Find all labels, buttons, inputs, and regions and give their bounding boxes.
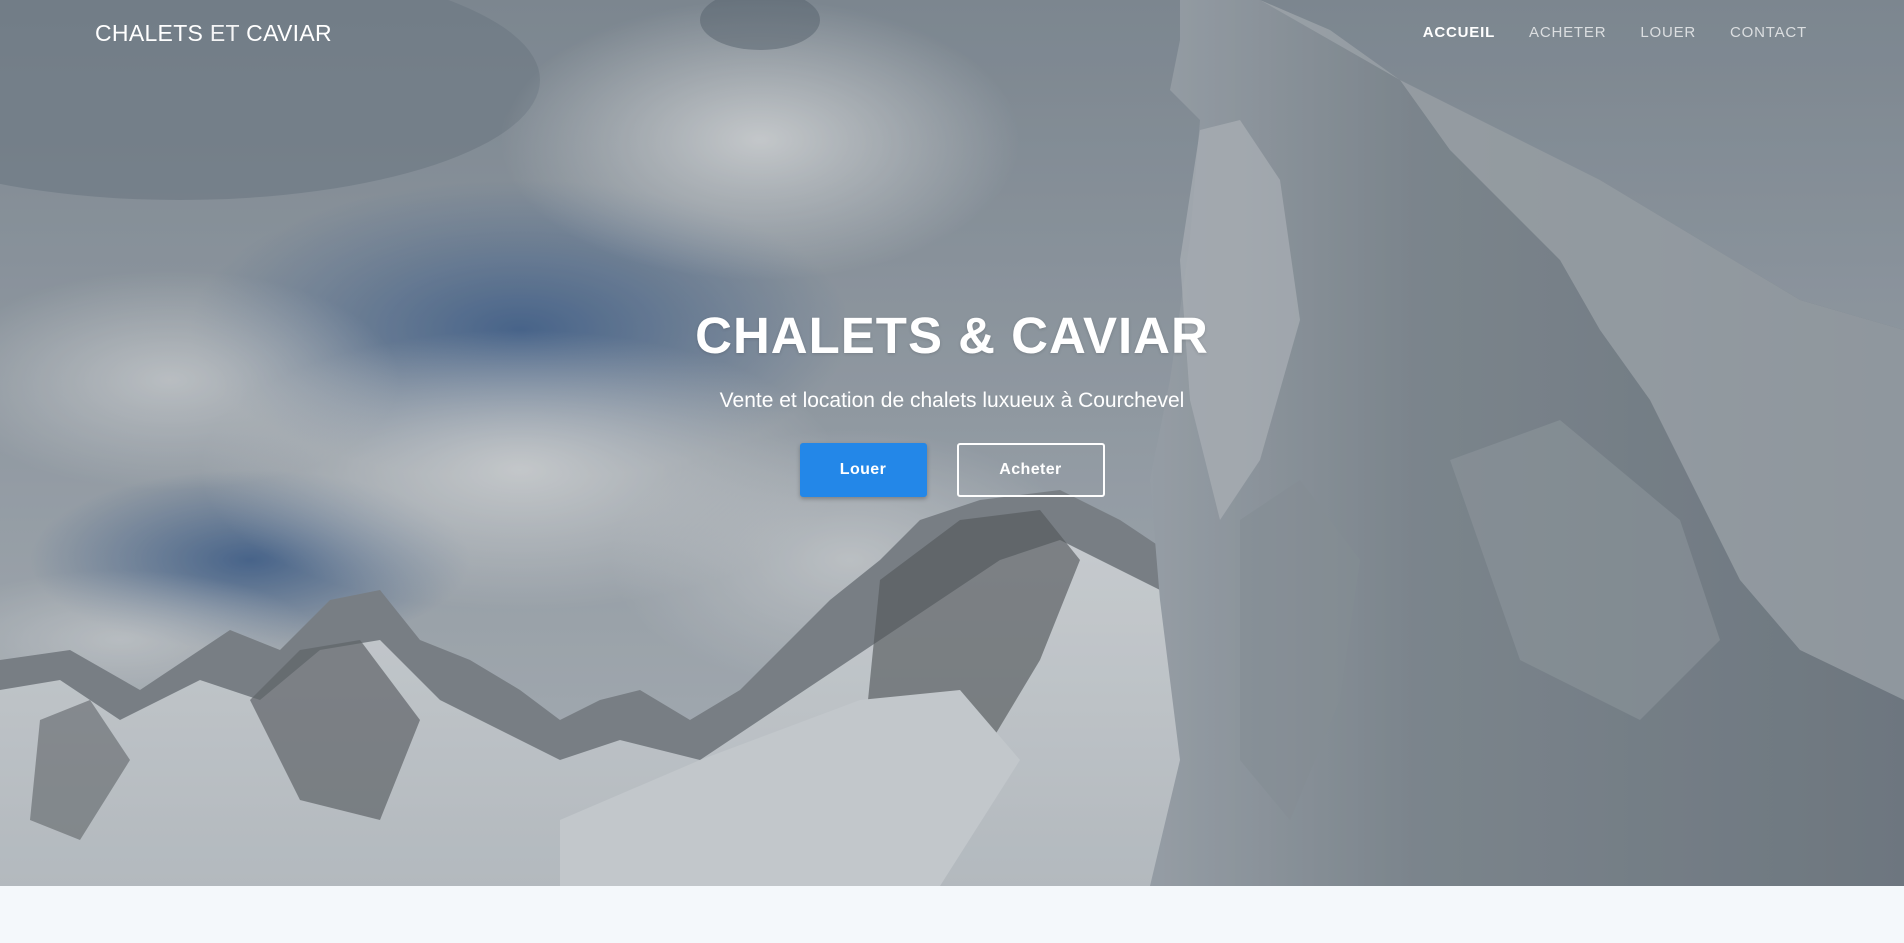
nav-item-accueil: ACCUEIL	[1423, 24, 1495, 42]
brand-text-chalets: CHALETS	[95, 20, 204, 46]
acheter-button[interactable]: Acheter	[956, 443, 1105, 497]
nav-item-acheter: ACHETER	[1529, 24, 1606, 42]
louer-button[interactable]: Louer	[799, 443, 927, 497]
nav-link-accueil[interactable]: ACCUEIL	[1423, 24, 1495, 41]
top-navbar: CHALETS ET CAVIAR ACCUEIL ACHETER LOUER …	[0, 0, 1904, 66]
hero-subtitle: Vente et location de chalets luxueux à C…	[719, 389, 1185, 412]
nav-link-acheter[interactable]: ACHETER	[1529, 24, 1606, 41]
brand-logo-link[interactable]: CHALETS ET CAVIAR	[95, 20, 332, 47]
nav-link-contact[interactable]: CONTACT	[1730, 24, 1807, 41]
nav-link-louer[interactable]: LOUER	[1640, 24, 1696, 41]
hero-section: CHALETS ET CAVIAR ACCUEIL ACHETER LOUER …	[0, 0, 1904, 886]
next-section-background	[0, 886, 1904, 943]
nav-item-louer: LOUER	[1640, 24, 1696, 42]
brand-text-caviar: CAVIAR	[246, 20, 332, 46]
brand-text-et: ET	[209, 20, 240, 46]
main-nav: ACCUEIL ACHETER LOUER CONTACT	[1423, 24, 1807, 42]
hero-buttons: Louer Acheter	[0, 443, 1904, 497]
hero-title: CHALETS & CAVIAR	[695, 307, 1209, 364]
hero-content: CHALETS & CAVIAR Vente et location de ch…	[0, 306, 1904, 497]
nav-item-contact: CONTACT	[1730, 24, 1807, 42]
